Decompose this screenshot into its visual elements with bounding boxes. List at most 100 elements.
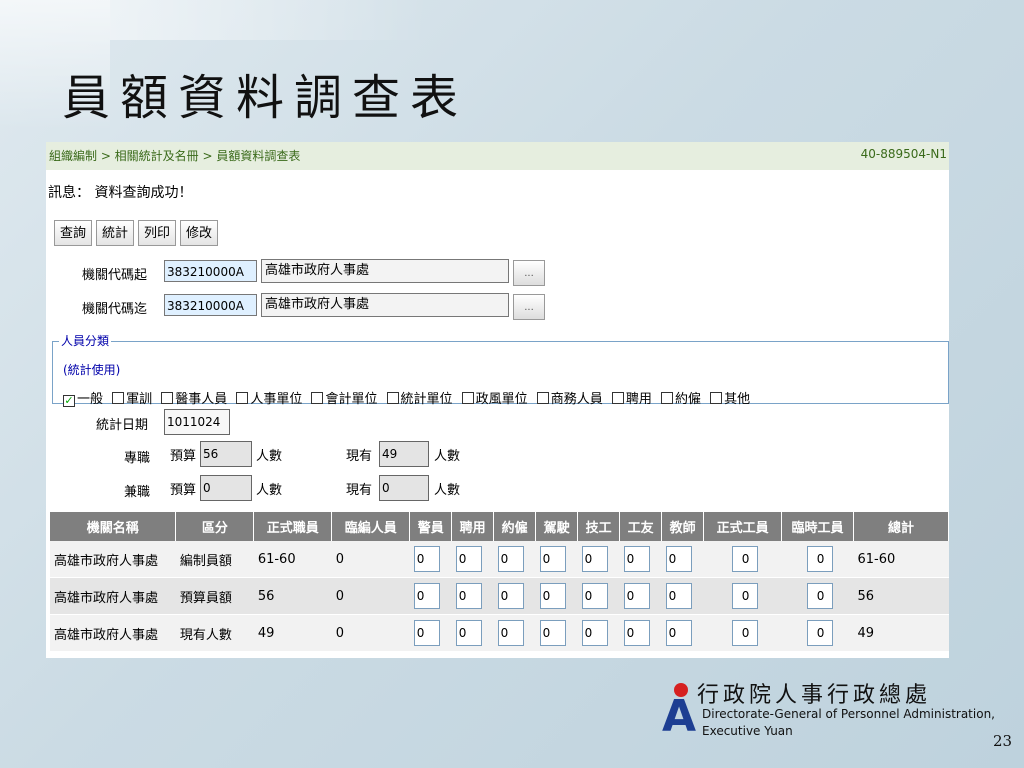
contract-hire-input[interactable]: 0 xyxy=(455,620,482,646)
technician-input[interactable]: 0 xyxy=(581,546,608,572)
driver-input[interactable]: 0 xyxy=(539,546,566,572)
temporary-hire-input[interactable]: 0 xyxy=(497,620,524,646)
agency-from-code-input[interactable]: 383210000A xyxy=(164,260,257,282)
edit-button[interactable]: 修改 xyxy=(180,220,219,246)
agency-name-cell: 高雄市政府人事處 xyxy=(50,541,176,578)
category-checkbox-row: ✓ 一般 軍訓 醫事人員 人事單位 會計單位 統計單位 政風單位 商務人員 聘用 … xyxy=(63,388,754,407)
fulltime-current-field: 49 xyxy=(379,441,429,467)
table-row: 高雄市政府人事處 預算員額 56 0 0 0 0 0 0 0 0 0 0 56 xyxy=(50,577,949,615)
org-name-english-line2: Executive Yuan xyxy=(702,724,793,738)
temp-worker-input[interactable]: 0 xyxy=(806,620,833,646)
category-checkbox-general[interactable]: ✓ 一般 xyxy=(63,388,103,407)
column-header: 臨時工員 xyxy=(781,512,854,541)
regular-worker-input[interactable]: 0 xyxy=(731,620,758,646)
checkbox-label: 政風單位 xyxy=(475,392,528,407)
temp-worker-input[interactable]: 0 xyxy=(806,546,833,572)
checkbox-icon xyxy=(236,392,249,404)
parttime-budget-field: 0 xyxy=(200,475,252,501)
agency-name-cell: 高雄市政府人事處 xyxy=(50,614,176,652)
column-header: 機關名稱 xyxy=(50,512,177,541)
checkbox-label: 其他 xyxy=(724,392,751,407)
technician-input[interactable]: 0 xyxy=(581,620,608,646)
category-checkbox-contract[interactable]: 聘用 xyxy=(611,388,652,407)
category-checkbox-accounting-unit[interactable]: 會計單位 xyxy=(311,388,377,407)
column-header: 正式工員 xyxy=(703,512,783,541)
column-header: 駕駛 xyxy=(535,512,579,541)
teacher-input[interactable]: 0 xyxy=(665,546,692,572)
print-button[interactable]: 列印 xyxy=(138,220,177,246)
police-input[interactable]: 0 xyxy=(413,620,440,646)
stat-date-input[interactable]: 1011024 xyxy=(164,409,230,435)
temporary-hire-input[interactable]: 0 xyxy=(497,583,524,609)
column-header: 教師 xyxy=(661,512,705,541)
category-checkbox-temporary[interactable]: 約僱 xyxy=(660,388,701,407)
category-subtitle: (統計使用) xyxy=(63,363,121,377)
column-header: 警員 xyxy=(409,512,453,541)
stats-button[interactable]: 統計 xyxy=(96,220,135,246)
janitor-input[interactable]: 0 xyxy=(623,620,650,646)
category-checkbox-other[interactable]: 其他 xyxy=(710,388,750,407)
checkbox-icon xyxy=(112,392,125,404)
police-input[interactable]: 0 xyxy=(413,546,440,572)
janitor-input[interactable]: 0 xyxy=(623,546,650,572)
agency-to-name-field: 高雄市政府人事處 xyxy=(261,293,509,317)
agency-to-code-input[interactable]: 383210000A xyxy=(164,294,257,316)
category-checkbox-business-staff[interactable]: 商務人員 xyxy=(536,388,603,407)
checkbox-label: 統計單位 xyxy=(400,392,453,407)
checkbox-icon xyxy=(710,392,723,404)
checkbox-icon xyxy=(386,392,399,404)
breadcrumb-bar: 組織編制 > 相關統計及名冊 > 員額資料調查表 40-889504-N1 xyxy=(46,142,949,170)
background-decoration-strip xyxy=(110,0,430,40)
checkbox-label: 軍訓 xyxy=(126,392,153,407)
temp-staff-cell: 0 xyxy=(331,577,410,615)
temp-staff-cell: 0 xyxy=(331,614,410,652)
fulltime-current-unit-label: 人數 xyxy=(434,449,461,464)
regular-staff-cell: 56 xyxy=(253,577,332,615)
parttime-current-label: 現有 xyxy=(346,483,373,498)
total-cell: 61-60 xyxy=(853,541,949,578)
agency-from-label: 機關代碼起 xyxy=(82,268,148,283)
org-name-chinese: 行政院人事行政總處 xyxy=(697,683,932,708)
temporary-hire-input[interactable]: 0 xyxy=(497,546,524,572)
temp-staff-cell: 0 xyxy=(331,541,410,578)
category-checkbox-personnel-unit[interactable]: 人事單位 xyxy=(236,388,302,407)
agency-to-label: 機關代碼迄 xyxy=(82,302,148,317)
category-checkbox-statistics-unit[interactable]: 統計單位 xyxy=(386,388,453,407)
form-id: 40-889504-N1 xyxy=(860,147,947,161)
column-header: 正式職員 xyxy=(253,512,333,541)
janitor-input[interactable]: 0 xyxy=(623,583,650,609)
teacher-input[interactable]: 0 xyxy=(665,620,692,646)
temp-worker-input[interactable]: 0 xyxy=(806,583,833,609)
checkbox-icon xyxy=(660,392,673,404)
driver-input[interactable]: 0 xyxy=(539,583,566,609)
regular-worker-input[interactable]: 0 xyxy=(731,546,758,572)
category-checkbox-military-training[interactable]: 軍訓 xyxy=(112,388,152,407)
driver-input[interactable]: 0 xyxy=(539,620,566,646)
contract-hire-input[interactable]: 0 xyxy=(455,583,482,609)
category-checkbox-medical[interactable]: 醫事人員 xyxy=(161,388,227,407)
checkbox-checked-icon: ✓ xyxy=(63,394,75,407)
stat-date-label: 統計日期 xyxy=(96,418,149,433)
parttime-current-field: 0 xyxy=(379,475,429,501)
table-header-row: 機關名稱 區分 正式職員 臨編人員 警員 聘用 約僱 駕駛 技工 工友 教師 正… xyxy=(50,512,949,541)
parttime-budget-label: 預算 xyxy=(170,483,197,498)
logo-letter: A xyxy=(662,691,697,742)
type-cell: 預算員額 xyxy=(175,577,254,615)
status-message: 訊息： 資料查詢成功！ xyxy=(48,185,193,201)
category-checkbox-ethics-unit[interactable]: 政風單位 xyxy=(461,388,528,407)
contract-hire-input[interactable]: 0 xyxy=(455,546,482,572)
checkbox-icon xyxy=(161,392,174,404)
parttime-unit-label: 人數 xyxy=(256,483,283,498)
agency-to-picker-button[interactable]: ... xyxy=(513,294,545,320)
regular-worker-input[interactable]: 0 xyxy=(731,583,758,609)
column-header: 臨編人員 xyxy=(331,512,411,541)
technician-input[interactable]: 0 xyxy=(581,583,608,609)
agency-from-picker-button[interactable]: ... xyxy=(513,260,545,286)
police-input[interactable]: 0 xyxy=(413,583,440,609)
teacher-input[interactable]: 0 xyxy=(665,583,692,609)
checkbox-icon xyxy=(611,392,624,404)
staffing-table: 機關名稱 區分 正式職員 臨編人員 警員 聘用 約僱 駕駛 技工 工友 教師 正… xyxy=(50,512,949,652)
checkbox-label: 會計單位 xyxy=(325,392,378,407)
checkbox-icon xyxy=(311,392,324,404)
query-button[interactable]: 查詢 xyxy=(54,220,93,246)
